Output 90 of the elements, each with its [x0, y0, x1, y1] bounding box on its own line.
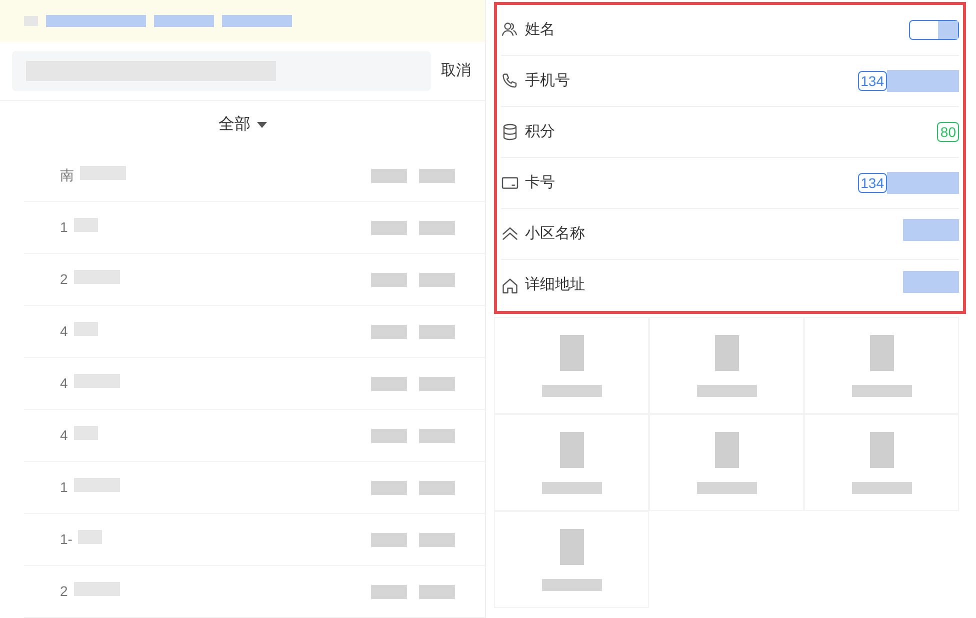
field-label: 详细地址 [525, 275, 585, 296]
redacted-block [371, 428, 407, 442]
redacted-block [696, 384, 756, 396]
redacted-block [419, 584, 455, 598]
house-icon [501, 276, 519, 294]
person-icon [501, 21, 519, 39]
search-field[interactable] [12, 50, 431, 91]
caret-icon [256, 122, 266, 128]
field-label: 积分 [525, 122, 555, 142]
redacted-block [903, 219, 959, 241]
redacted-block [419, 428, 455, 442]
list-row[interactable]: 2 [24, 254, 485, 306]
redacted-block [542, 482, 602, 494]
filter-dropdown[interactable]: 全部 [218, 113, 266, 138]
redacted-block [696, 482, 756, 494]
row-title: 1 [60, 478, 68, 497]
list-row[interactable]: 4 [24, 410, 485, 462]
list-row[interactable]: 4 [24, 358, 485, 410]
redacted-block [74, 322, 98, 336]
blurred-icon [560, 432, 584, 468]
blurred-icon [714, 432, 738, 468]
row-title: 2 [60, 582, 68, 601]
redacted-block [371, 272, 407, 286]
redacted-block [419, 532, 455, 546]
redacted-block [371, 220, 407, 234]
row-title: 1- [60, 530, 72, 549]
redacted-block [938, 21, 958, 39]
list-row[interactable]: 1- [24, 514, 485, 566]
row-title: 4 [60, 322, 68, 341]
redacted-block [371, 324, 407, 338]
field-label: 卡号 [525, 172, 555, 193]
blurred-icon [870, 334, 894, 370]
redacted-block [419, 220, 455, 234]
cancel-button[interactable]: 取消 [441, 60, 473, 82]
blurred-icon [560, 528, 584, 564]
redacted-block [371, 376, 407, 390]
grid-tile[interactable] [494, 414, 649, 511]
redacted-block [154, 15, 214, 28]
list-row[interactable]: 2 [24, 566, 485, 618]
redacted-block [852, 384, 912, 396]
redacted-block [74, 218, 98, 232]
redacted-block [371, 584, 407, 598]
redacted-block [419, 272, 455, 286]
phone-icon [501, 72, 519, 90]
buildings-icon [501, 225, 519, 243]
redacted-block [419, 376, 455, 390]
card-icon [501, 174, 519, 192]
redacted-block [74, 582, 120, 596]
grid-tile[interactable] [649, 414, 804, 511]
redacted-block [74, 478, 120, 492]
blurred-icon [870, 432, 894, 468]
redacted-block [887, 70, 959, 92]
field-label: 姓名 [525, 20, 555, 40]
redacted-block [419, 480, 455, 494]
redacted-block [371, 532, 407, 546]
list-row[interactable]: 1 [24, 462, 485, 514]
value-tag: 80 [937, 122, 959, 142]
row-title: 1 [60, 218, 68, 237]
redacted-block [74, 426, 98, 440]
redacted-block [419, 324, 455, 338]
blurred-icon [560, 334, 584, 370]
redacted-block [371, 480, 407, 494]
redacted-block [222, 15, 292, 28]
redacted-block [78, 530, 102, 544]
row-title: 南 [60, 166, 74, 185]
row-title: 4 [60, 374, 68, 393]
row-title: 4 [60, 426, 68, 445]
field-label: 小区名称 [525, 224, 585, 244]
redacted-block [903, 270, 959, 292]
field-label: 手机号 [525, 70, 570, 91]
list-row[interactable]: 南 [24, 150, 485, 202]
coin-stack-icon [501, 123, 519, 141]
redacted-block [80, 166, 126, 180]
redacted-block [542, 384, 602, 396]
redacted-block [371, 168, 407, 182]
redacted-block [74, 374, 120, 388]
redacted-block [852, 482, 912, 494]
list-row[interactable]: 4 [24, 306, 485, 358]
redacted-block [74, 270, 120, 284]
blurred-icon [714, 334, 738, 370]
grid-tile[interactable] [494, 511, 649, 608]
redacted-block [542, 578, 602, 590]
redacted-block [419, 168, 455, 182]
row-title: 2 [60, 270, 68, 289]
grid-tile[interactable] [649, 317, 804, 414]
grid-tile[interactable] [494, 317, 649, 414]
list-row[interactable]: 1 [24, 202, 485, 254]
grid-tile[interactable] [804, 317, 959, 414]
grid-tile[interactable] [804, 414, 959, 511]
redacted-block [887, 172, 959, 194]
